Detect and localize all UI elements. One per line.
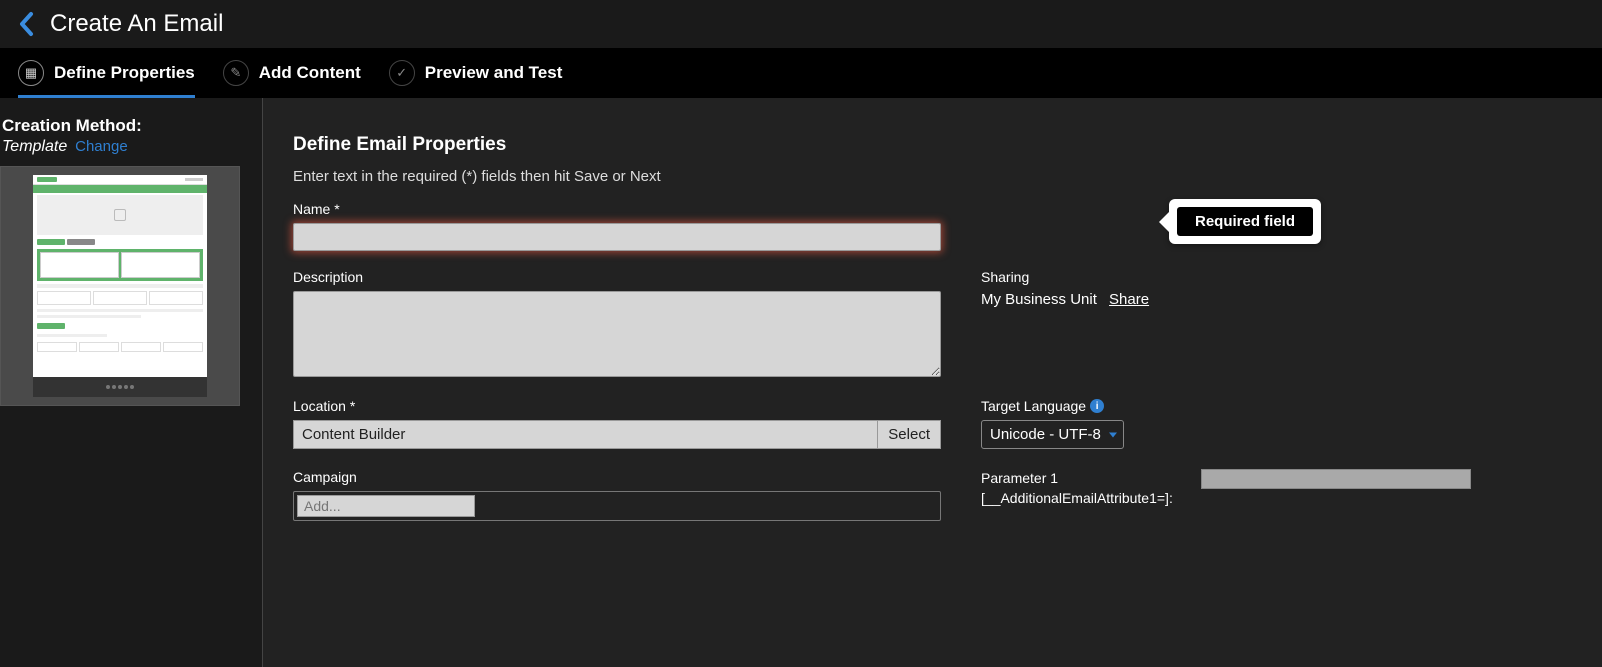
tooltip-text: Required field <box>1177 207 1313 236</box>
pencil-icon: ✎ <box>223 60 249 86</box>
change-link[interactable]: Change <box>75 138 128 155</box>
location-select-button[interactable]: Select <box>877 420 941 449</box>
step-preview-test[interactable]: ✓ Preview and Test <box>389 48 563 98</box>
parameter-1-label: Parameter 1 [__AdditionalEmailAttribute1… <box>981 469 1181 508</box>
page-title: Create An Email <box>50 10 223 38</box>
section-subtitle: Enter text in the required (*) fields th… <box>293 168 1572 185</box>
name-label: Name * <box>293 201 941 217</box>
step-label: Add Content <box>259 63 361 83</box>
step-label: Define Properties <box>54 63 195 83</box>
sharing-value: My Business Unit <box>981 291 1097 308</box>
required-tooltip: Required field <box>1169 199 1321 244</box>
campaign-add-input[interactable] <box>297 495 475 517</box>
description-input[interactable] <box>293 291 941 377</box>
thumbnail-preview <box>33 175 207 397</box>
step-add-content[interactable]: ✎ Add Content <box>223 48 361 98</box>
info-icon[interactable]: i <box>1090 399 1104 413</box>
step-nav: ▦ Define Properties ✎ Add Content ✓ Prev… <box>0 48 1602 98</box>
sidebar: Creation Method: Template Change <box>0 98 263 667</box>
check-icon: ✓ <box>389 60 415 86</box>
parameter-1-input[interactable] <box>1201 469 1471 489</box>
creation-method-value: Template <box>2 138 67 155</box>
step-label: Preview and Test <box>425 63 563 83</box>
share-link[interactable]: Share <box>1109 291 1149 308</box>
target-language-label: Target Language <box>981 398 1086 414</box>
location-label: Location * <box>293 398 941 414</box>
campaign-container[interactable] <box>293 491 941 521</box>
step-define-properties[interactable]: ▦ Define Properties <box>18 48 195 98</box>
section-title: Define Email Properties <box>293 134 1572 156</box>
campaign-label: Campaign <box>293 469 941 485</box>
creation-method-label: Creation Method: <box>0 116 262 136</box>
main-panel: Define Email Properties Enter text in th… <box>263 98 1602 667</box>
target-language-select[interactable]: Unicode - UTF-8 <box>981 420 1124 449</box>
location-value: Content Builder <box>293 420 877 449</box>
description-label: Description <box>293 269 941 285</box>
template-thumbnail[interactable] <box>0 166 240 406</box>
name-input[interactable] <box>293 223 941 251</box>
sharing-label: Sharing <box>981 269 1572 285</box>
back-button[interactable] <box>12 10 40 38</box>
properties-icon: ▦ <box>18 60 44 86</box>
